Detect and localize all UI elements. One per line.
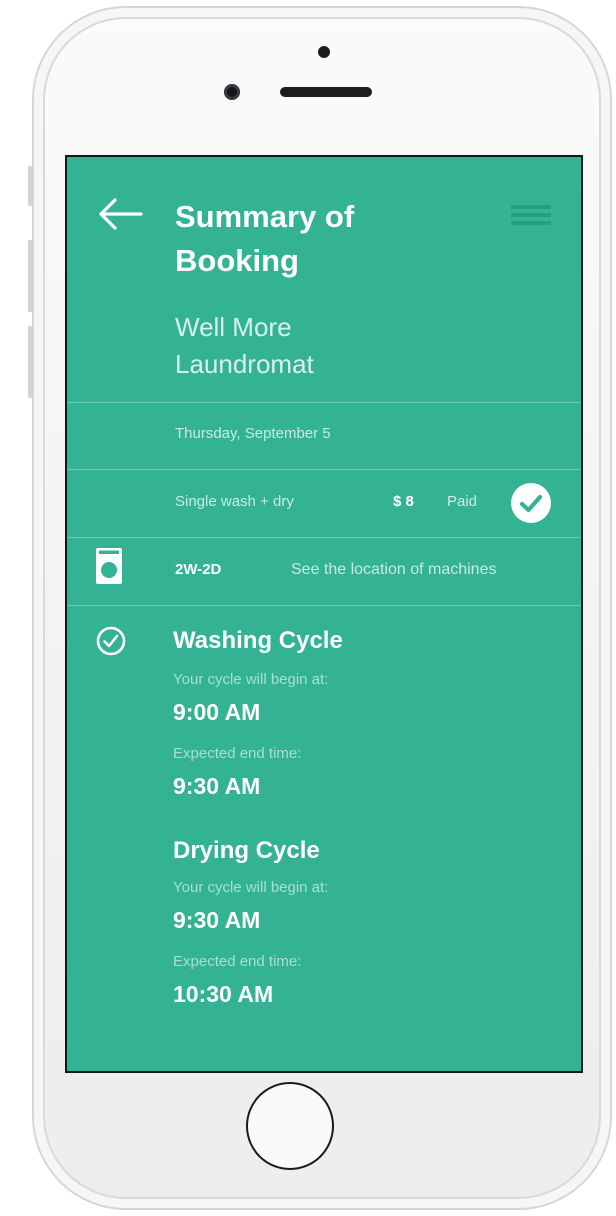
earpiece-speaker	[280, 87, 372, 97]
drying-end-time: 10:30 AM	[173, 981, 274, 1007]
washing-begin-label: Your cycle will begin at:	[173, 671, 329, 688]
proximity-sensor	[318, 46, 330, 58]
washing-end-label: Expected end time:	[173, 745, 302, 762]
page-title: Summary of Booking	[175, 199, 355, 278]
drying-begin-time: 9:30 AM	[173, 907, 261, 933]
machine-id: 2W-2D	[175, 561, 222, 578]
drying-begin-label: Your cycle will begin at:	[173, 879, 329, 896]
checkmark-icon	[511, 483, 551, 523]
laundromat-name: Well More Laundromat	[175, 312, 314, 379]
divider	[67, 402, 581, 403]
divider	[67, 469, 581, 470]
payment-status: Paid	[447, 493, 478, 510]
washing-end-time: 9:30 AM	[173, 773, 261, 799]
machine-location-link[interactable]: See the location of machines	[291, 561, 496, 579]
service-type: Single wash + dry	[175, 493, 294, 510]
washing-machine-icon	[96, 548, 122, 584]
silent-switch	[28, 166, 33, 206]
washing-cycle-title: Washing Cycle	[173, 627, 343, 654]
booking-date: Thursday, September 5	[175, 425, 331, 442]
arrow-left-icon[interactable]	[95, 197, 145, 231]
clock-icon	[96, 626, 126, 656]
home-button[interactable]	[246, 1082, 334, 1170]
hamburger-menu-icon[interactable]	[511, 203, 551, 227]
drying-end-label: Expected end time:	[173, 953, 302, 970]
front-camera	[224, 84, 240, 100]
volume-up-button	[28, 240, 33, 312]
app-screen: Summary of Booking Well More Laundromat …	[65, 155, 583, 1073]
volume-down-button	[28, 326, 33, 398]
price: $ 8	[393, 493, 414, 510]
divider	[67, 605, 581, 606]
drying-cycle-title: Drying Cycle	[173, 837, 320, 864]
washing-begin-time: 9:00 AM	[173, 699, 261, 725]
divider	[67, 537, 581, 538]
